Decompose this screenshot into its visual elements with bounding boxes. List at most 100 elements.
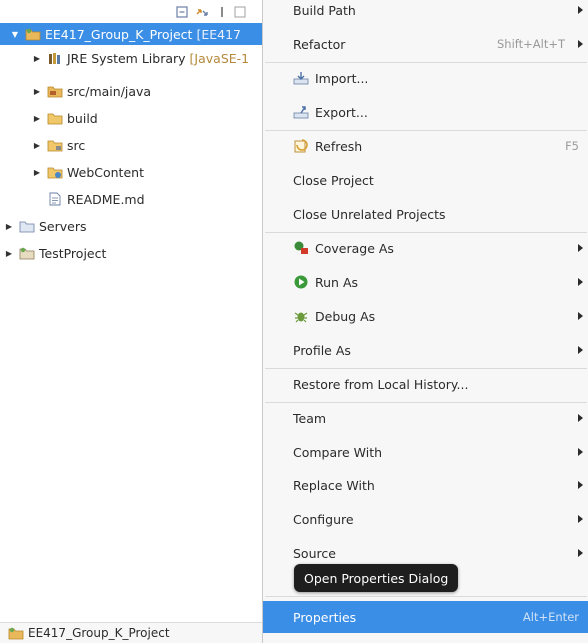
menu-item-compare-with[interactable]: Compare With: [263, 438, 588, 466]
tree-item-servers[interactable]: ▶ Servers: [0, 215, 262, 237]
project-explorer: ▼ EE417_Group_K_Project [EE417 ▶ JRE Sys…: [0, 0, 262, 643]
collapsed-chevron-icon[interactable]: ▶: [32, 113, 42, 123]
submenu-arrow-icon: [578, 312, 583, 320]
menu-item-restore-local-history[interactable]: Restore from Local History...: [263, 370, 588, 398]
menu-item-label: Debug As: [315, 308, 376, 324]
menu-separator: [265, 596, 587, 597]
tree-item-project[interactable]: ▼ EE417_Group_K_Project [EE417: [0, 23, 262, 45]
expanded-chevron-icon[interactable]: ▼: [10, 29, 20, 39]
menu-item-profile-as[interactable]: Profile As: [263, 336, 588, 364]
menu-item-close-unrelated-projects[interactable]: Close Unrelated Projects: [263, 200, 588, 228]
tree-item-label: README.md: [67, 191, 145, 207]
menu-item-label: Properties: [293, 609, 357, 625]
tree-item-testproject[interactable]: ▶ TestProject: [0, 242, 262, 264]
menu-item-label: Compare With: [293, 444, 383, 460]
library-icon: [49, 53, 60, 64]
tree-item-label: EE417_Group_K_Project: [45, 26, 193, 42]
explorer-status-bar: EE417_Group_K_Project: [0, 622, 262, 643]
submenu-arrow-icon: [578, 549, 583, 557]
menu-separator: [265, 62, 587, 63]
menu-item-label: Refactor: [293, 36, 346, 52]
submenu-arrow-icon: [578, 278, 583, 286]
menu-item-team[interactable]: Team: [263, 404, 588, 432]
menu-item-label: Team: [293, 410, 327, 426]
collapsed-chevron-icon[interactable]: ▶: [32, 140, 42, 150]
menu-item-label: Replace With: [293, 477, 375, 493]
export-icon: [293, 106, 309, 119]
menu-item-label: Run As: [315, 274, 359, 290]
menu-item-replace-with[interactable]: Replace With: [263, 471, 588, 499]
tree-item-source-folder[interactable]: ▶ src/main/java: [0, 80, 262, 102]
tree-item-build[interactable]: ▶ build: [0, 107, 262, 129]
menu-item-accelerator: Alt+Enter: [522, 610, 579, 624]
folder-icon: [47, 167, 63, 179]
tree-item-decoration: [EE417: [196, 26, 241, 42]
project-icon: [19, 247, 35, 260]
menu-item-run-as[interactable]: Run As: [263, 268, 588, 296]
collapse-all-icon[interactable]: [176, 6, 188, 18]
menu-item-build-path[interactable]: Build Path: [263, 0, 588, 24]
project-icon: [25, 28, 41, 41]
menu-item-close-project[interactable]: Close Project: [263, 166, 588, 194]
menu-separator: [265, 368, 587, 369]
submenu-arrow-icon: [578, 515, 583, 523]
view-menu-icon[interactable]: [216, 6, 228, 18]
menu-item-export[interactable]: Export...: [263, 98, 588, 126]
menu-separator: [265, 402, 587, 403]
source-folder-icon: [47, 86, 63, 98]
menu-item-label: Refresh: [315, 138, 363, 154]
folder-icon: [47, 113, 63, 125]
tree-item-label: Servers: [39, 218, 87, 234]
menu-item-configure[interactable]: Configure: [263, 505, 588, 533]
tree-item-label: src: [67, 137, 86, 153]
minimize-icon[interactable]: [234, 6, 246, 18]
servers-folder-icon: [19, 221, 35, 233]
menu-item-refresh[interactable]: Refresh F5: [263, 132, 588, 160]
file-icon: [49, 192, 61, 206]
tree-item-readme[interactable]: README.md: [0, 188, 262, 210]
submenu-arrow-icon: [578, 481, 583, 489]
link-with-editor-icon[interactable]: [196, 6, 208, 18]
collapsed-chevron-icon[interactable]: ▶: [32, 53, 42, 63]
tree-item-label: TestProject: [39, 245, 107, 261]
menu-item-label: Profile As: [293, 342, 351, 358]
submenu-arrow-icon: [578, 448, 583, 456]
context-menu: Build Path Refactor Shift+Alt+T Import..…: [262, 0, 588, 643]
status-label: EE417_Group_K_Project: [28, 626, 170, 640]
menu-item-import[interactable]: Import...: [263, 64, 588, 92]
menu-separator: [265, 232, 587, 233]
tooltip: Open Properties Dialog: [294, 564, 459, 592]
coverage-icon: [294, 241, 308, 254]
tree-item-label: build: [67, 110, 98, 126]
collapsed-chevron-icon[interactable]: ▶: [4, 248, 14, 258]
import-icon: [293, 72, 309, 85]
menu-item-label: Import...: [315, 70, 369, 86]
tree-item-jre-library[interactable]: ▶ JRE System Library [JavaSE-1: [0, 47, 262, 69]
menu-separator: [265, 130, 587, 131]
menu-item-debug-as[interactable]: Debug As: [263, 302, 588, 330]
submenu-arrow-icon: [578, 244, 583, 252]
submenu-arrow-icon: [578, 414, 583, 422]
explorer-toolbar: [0, 0, 262, 24]
tooltip-text: Open Properties Dialog: [304, 570, 449, 586]
collapsed-chevron-icon[interactable]: ▶: [4, 221, 14, 231]
menu-item-coverage-as[interactable]: Coverage As: [263, 234, 588, 262]
run-icon: [294, 275, 308, 289]
project-icon: [8, 627, 24, 640]
submenu-arrow-icon: [578, 40, 583, 48]
collapsed-chevron-icon[interactable]: ▶: [32, 86, 42, 96]
refresh-icon: [294, 139, 308, 153]
menu-item-accelerator: Shift+Alt+T: [496, 37, 565, 51]
submenu-arrow-icon: [578, 6, 583, 14]
tree-item-label: JRE System Library: [67, 50, 186, 66]
debug-icon: [294, 312, 308, 323]
menu-item-refactor[interactable]: Refactor Shift+Alt+T: [263, 30, 588, 58]
tree-item-webcontent[interactable]: ▶ WebContent: [0, 161, 262, 183]
menu-item-label: Coverage As: [315, 240, 394, 256]
menu-item-label: Source: [293, 545, 336, 561]
menu-item-properties[interactable]: Properties Alt+Enter: [263, 601, 588, 633]
menu-item-source[interactable]: Source: [263, 539, 588, 567]
collapsed-chevron-icon[interactable]: ▶: [32, 167, 42, 177]
menu-item-label: Close Unrelated Projects: [293, 206, 446, 222]
tree-item-src[interactable]: ▶ src: [0, 134, 262, 156]
